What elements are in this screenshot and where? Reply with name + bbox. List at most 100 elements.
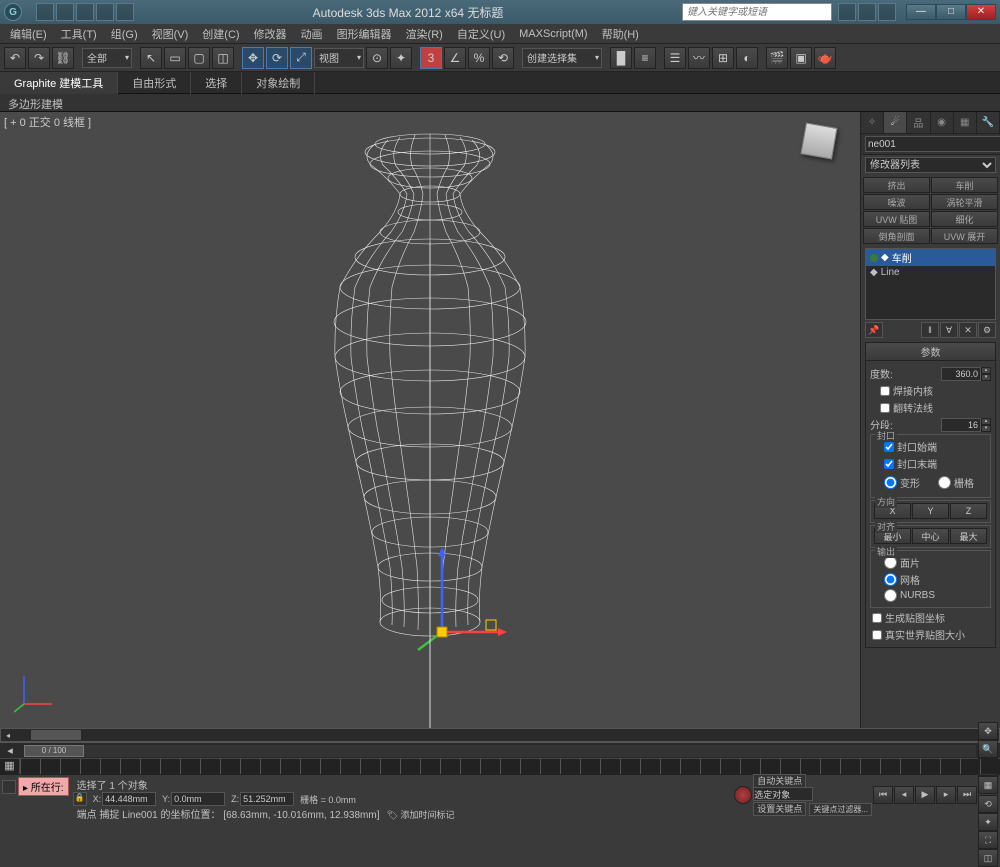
degrees-up[interactable]: ▴ [981, 367, 991, 374]
play-icon[interactable]: ▶ [915, 786, 935, 804]
select-region-icon[interactable]: ▢ [188, 47, 210, 69]
coord-z-input[interactable] [240, 792, 294, 806]
nav-walk-icon[interactable]: ✦ [978, 813, 998, 831]
nav-zoom-icon[interactable]: 🔍 [978, 740, 998, 758]
menu-rendering[interactable]: 渲染(R) [400, 24, 449, 44]
select-icon[interactable]: ↖ [140, 47, 162, 69]
preset-turbosmooth[interactable]: 涡轮平滑 [931, 194, 998, 210]
ref-coord-system[interactable]: 视图 [314, 48, 364, 68]
key-filters-button[interactable]: 关键点过滤器... [809, 803, 872, 816]
preset-tessellate[interactable]: 细化 [931, 211, 998, 227]
coord-x-input[interactable] [102, 792, 156, 806]
goto-start-icon[interactable]: ⏮ [873, 786, 893, 804]
ribbon-tab-selection[interactable]: 选择 [191, 72, 242, 94]
cap-end-checkbox[interactable] [884, 459, 894, 469]
menu-group[interactable]: 组(G) [105, 24, 144, 44]
menu-animation[interactable]: 动画 [295, 24, 329, 44]
utilities-tab-icon[interactable]: 🔧 [977, 112, 1000, 133]
scale-icon[interactable]: ⤢ [290, 47, 312, 69]
align-max-button[interactable]: 最大 [950, 528, 987, 544]
spinner-snap-icon[interactable]: ⟲ [492, 47, 514, 69]
qa-new-icon[interactable] [36, 3, 54, 21]
setkey-button[interactable]: 设置关键点 [753, 802, 806, 816]
nav-orbit-icon[interactable]: ⟲ [978, 795, 998, 813]
cap-start-checkbox[interactable] [884, 442, 894, 452]
minimize-button[interactable]: — [906, 4, 936, 20]
add-time-tag-icon[interactable]: 🏷 添加时间标记 [387, 810, 455, 820]
align-icon[interactable]: ≡ [634, 47, 656, 69]
dir-y-button[interactable]: Y [912, 503, 949, 519]
render-icon[interactable]: 🫖 [814, 47, 836, 69]
ribbon-tab-modeling[interactable]: Graphite 建模工具 [0, 72, 118, 94]
ribbon-tab-freeform[interactable]: 自由形式 [118, 72, 191, 94]
preset-extrude[interactable]: 挤出 [863, 177, 930, 193]
modifier-stack[interactable]: ◆车削 ◆Line [865, 248, 996, 320]
lock-selection-icon[interactable]: 🔒 [73, 792, 87, 806]
modify-tab-icon[interactable]: ☄ [884, 112, 907, 133]
menu-modifiers[interactable]: 修改器 [248, 24, 293, 44]
segments-up[interactable]: ▴ [981, 418, 991, 425]
prev-frame-icon[interactable]: ◂ [894, 786, 914, 804]
output-mesh-radio[interactable] [884, 573, 897, 586]
app-logo[interactable]: G [4, 3, 22, 21]
remove-mod-icon[interactable]: ✕ [959, 322, 977, 338]
viewport-scrollbar[interactable]: ◂ ▸ [0, 728, 1000, 742]
menu-help[interactable]: 帮助(H) [596, 24, 645, 44]
menu-customize[interactable]: 自定义(U) [451, 24, 511, 44]
link-icon[interactable]: ⛓ [52, 47, 74, 69]
params-header[interactable]: 参数 [865, 342, 996, 361]
named-selection-sets[interactable]: 创建选择集 [522, 48, 602, 68]
preset-uvwunwrap[interactable]: UVW 展开 [931, 228, 998, 244]
move-icon[interactable]: ✥ [242, 47, 264, 69]
morph-radio[interactable] [884, 476, 897, 489]
render-setup-icon[interactable]: 🎬 [766, 47, 788, 69]
selection-filter[interactable]: 全部 [82, 48, 132, 68]
viewport-label[interactable]: [ + 0 正交 0 线框 ] [4, 114, 91, 130]
stack-item-line[interactable]: ◆Line [866, 266, 995, 279]
create-tab-icon[interactable]: ✧ [861, 112, 884, 133]
menu-views[interactable]: 视图(V) [146, 24, 195, 44]
weld-core-checkbox[interactable] [880, 386, 890, 396]
configure-icon[interactable]: ⚙ [978, 322, 996, 338]
stack-item-lathe[interactable]: ◆车削 [866, 249, 995, 266]
ribbon-tab-paint[interactable]: 对象绘制 [242, 72, 315, 94]
nav-min-icon[interactable]: ◫ [978, 849, 998, 867]
align-center-button[interactable]: 中心 [912, 528, 949, 544]
viewcube[interactable] [798, 120, 840, 162]
segments-input[interactable] [941, 418, 981, 432]
bulb-icon[interactable] [870, 254, 878, 262]
qa-undo-icon[interactable] [96, 3, 114, 21]
scroll-thumb[interactable] [31, 730, 81, 740]
segments-down[interactable]: ▾ [981, 425, 991, 432]
infocenter-btn[interactable] [838, 3, 856, 21]
material-editor-icon[interactable]: ◐ [736, 47, 758, 69]
schematic-icon[interactable]: ⊞ [712, 47, 734, 69]
redo-icon[interactable]: ↷ [28, 47, 50, 69]
pivot-icon[interactable]: ⊙ [366, 47, 388, 69]
menu-graph[interactable]: 图形编辑器 [331, 24, 398, 44]
time-slider-thumb[interactable]: 0 / 100 [24, 745, 84, 757]
output-nurbs-radio[interactable] [884, 589, 897, 602]
modifier-list-dropdown[interactable]: 修改器列表 [865, 157, 996, 173]
make-unique-icon[interactable]: ∀ [940, 322, 958, 338]
object-name-input[interactable] [865, 136, 1000, 152]
window-crossing-icon[interactable]: ◫ [212, 47, 234, 69]
set-key-button[interactable] [734, 786, 752, 804]
grid-radio[interactable] [938, 476, 951, 489]
nav-zoomall-icon[interactable]: ▦ [978, 776, 998, 794]
qa-save-icon[interactable] [76, 3, 94, 21]
maximize-button[interactable]: □ [936, 4, 966, 20]
help-icon[interactable] [878, 3, 896, 21]
timeline-prev-icon[interactable]: ◂ [0, 744, 20, 757]
dir-z-button[interactable]: Z [950, 503, 987, 519]
show-end-icon[interactable]: ‖ [921, 322, 939, 338]
nav-pan-icon[interactable]: ✥ [978, 722, 998, 740]
curve-editor-icon[interactable]: 〰 [688, 47, 710, 69]
coord-y-input[interactable] [171, 792, 225, 806]
degrees-down[interactable]: ▾ [981, 374, 991, 381]
close-button[interactable]: ✕ [966, 4, 996, 20]
rotate-icon[interactable]: ⟳ [266, 47, 288, 69]
select-name-icon[interactable]: ▭ [164, 47, 186, 69]
qa-open-icon[interactable] [56, 3, 74, 21]
render-frame-icon[interactable]: ▣ [790, 47, 812, 69]
